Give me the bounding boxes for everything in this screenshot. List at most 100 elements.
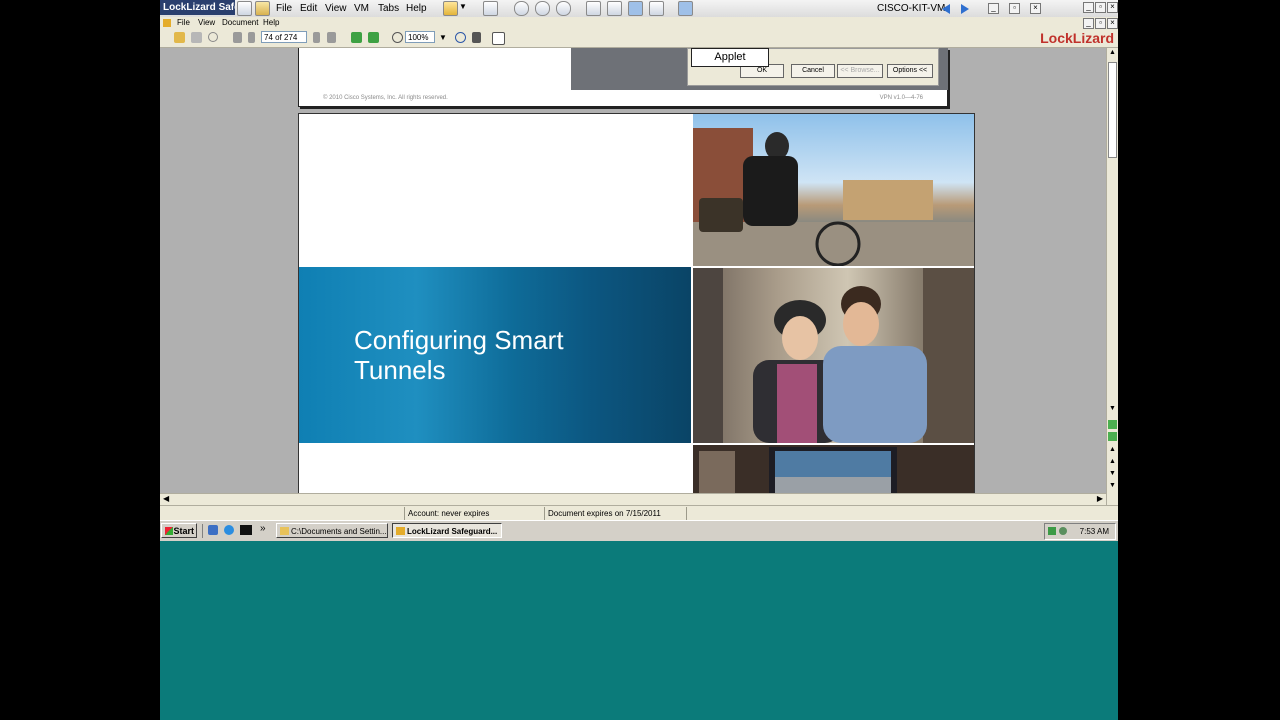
fullscreen-icon[interactable]: [628, 1, 643, 16]
first-page-nav-icon[interactable]: ▲: [1108, 446, 1117, 455]
minimize-icon[interactable]: _: [988, 3, 999, 14]
forward-arrow-icon[interactable]: [961, 4, 969, 14]
prev-page-nav-icon[interactable]: ▲: [1108, 458, 1117, 467]
previous-page: EN OK Cancel << Browse... Options << © 2…: [298, 48, 948, 107]
vm-menu-view[interactable]: View: [325, 0, 347, 17]
single-page-icon[interactable]: [492, 32, 505, 45]
vm-toolbar: LockLizard Safe File Edit View VM Tabs H…: [160, 0, 1118, 18]
doc-minimize-icon[interactable]: _: [1083, 18, 1094, 29]
zoom-out-icon[interactable]: [392, 32, 403, 43]
zoom-dropdown-icon[interactable]: ▼: [439, 33, 447, 42]
app-icon: [163, 19, 171, 27]
open-icon[interactable]: [174, 32, 185, 43]
scroll-down-icon[interactable]: ▼: [1108, 405, 1117, 414]
app-menu-help[interactable]: Help: [263, 17, 279, 29]
thumbnail-icon[interactable]: [607, 1, 622, 16]
restore-icon[interactable]: ▫: [1009, 3, 1020, 14]
search-icon[interactable]: [208, 32, 218, 42]
back-arrow-icon[interactable]: [942, 4, 950, 14]
network-icon[interactable]: [483, 1, 498, 16]
taskbar: Start » C:\Documents and Settin... LockL…: [160, 520, 1118, 541]
slide-title-line-2: Tunnels: [354, 355, 446, 385]
revert-icon[interactable]: [535, 1, 550, 16]
system-tray: 7:53 AM: [1044, 523, 1116, 540]
scroll-up-icon[interactable]: ▲: [1108, 49, 1117, 58]
taskbar-item-explorer[interactable]: C:\Documents and Settin...: [276, 523, 388, 538]
inner-restore-icon[interactable]: ▫: [1095, 2, 1106, 13]
snapshot-manager-icon[interactable]: [556, 1, 571, 16]
close-icon[interactable]: ×: [1030, 3, 1041, 14]
status-separator: [686, 507, 687, 520]
vm-menu-tabs[interactable]: Tabs: [378, 0, 399, 17]
vm-menu-help[interactable]: Help: [406, 0, 427, 17]
inner-close-icon[interactable]: ×: [1107, 2, 1118, 13]
chevron-down-icon[interactable]: ▼: [459, 2, 467, 11]
vm-name-label: CISCO-KIT-VM: [877, 3, 946, 14]
clock[interactable]: 7:53 AM: [1080, 524, 1109, 539]
dialog-options-button: Options <<: [887, 64, 933, 78]
sidebar-icon[interactable]: [586, 1, 601, 16]
scroll-left-icon[interactable]: ◀: [163, 494, 169, 503]
zoom-input[interactable]: 100%: [405, 31, 435, 43]
locklizard-logo: LockLizard: [1040, 30, 1114, 46]
next-page-nav-icon[interactable]: ▼: [1108, 470, 1117, 479]
document-expiry-status: Document expires on 7/15/2011: [548, 509, 661, 518]
snapshot-icon[interactable]: [514, 1, 529, 16]
show-desktop-icon[interactable]: [208, 525, 218, 535]
couple-photo: [693, 268, 974, 443]
back-view-icon[interactable]: [351, 32, 362, 43]
copyright-text: © 2010 Cisco Systems, Inc. All rights re…: [323, 95, 448, 101]
vertical-scrollbar[interactable]: ▲ ▼ ▲ ▲ ▼ ▼: [1106, 48, 1118, 505]
page-down-icon[interactable]: [1108, 432, 1117, 441]
photo-divider: [692, 114, 693, 493]
forward-view-icon[interactable]: [368, 32, 379, 43]
internet-explorer-icon[interactable]: [224, 525, 234, 535]
vm-menu-edit[interactable]: Edit: [300, 0, 317, 17]
slide-title-line-1: Configuring Smart: [354, 325, 564, 355]
inner-minimize-icon[interactable]: _: [1083, 2, 1094, 13]
power-icon[interactable]: [443, 1, 458, 16]
document-area: EN OK Cancel << Browse... Options << © 2…: [160, 48, 1108, 493]
folder-icon[interactable]: [255, 1, 270, 16]
app-title-tab[interactable]: LockLizard Safe: [160, 0, 235, 15]
vm-menu-vm[interactable]: VM: [354, 0, 369, 17]
dialog-disabled-button: << Browse...: [837, 64, 883, 78]
taskbar-separator: [202, 524, 203, 538]
page-up-icon[interactable]: [1108, 420, 1117, 429]
command-prompt-icon[interactable]: [240, 525, 252, 535]
vm-screen: LockLizard Safe File Edit View VM Tabs H…: [160, 0, 1118, 720]
account-status: Account: never expires: [408, 509, 490, 518]
app-menu-file[interactable]: File: [177, 17, 190, 29]
taskbar-item-locklizard[interactable]: LockLizard Safeguard...: [392, 523, 502, 538]
next-page-icon[interactable]: [313, 32, 320, 43]
title-banner: Configuring Smart Tunnels: [299, 267, 691, 443]
taskbar-item-label: C:\Documents and Settin...: [291, 527, 387, 536]
vmware-tools-icon[interactable]: [1059, 527, 1067, 535]
start-button[interactable]: Start: [161, 523, 197, 538]
zoom-in-icon[interactable]: [455, 32, 466, 43]
prev-page-icon[interactable]: [248, 32, 255, 43]
doc-restore-icon[interactable]: ▫: [1095, 18, 1106, 29]
last-page-icon[interactable]: [327, 32, 336, 43]
slide-page: Configuring Smart Tunnels: [298, 113, 975, 493]
slide-title: Configuring Smart Tunnels: [354, 325, 564, 385]
vertical-scroll-thumb[interactable]: [1108, 62, 1117, 158]
unity-icon[interactable]: [649, 1, 664, 16]
vm-menu-file[interactable]: File: [276, 0, 292, 17]
status-separator: [404, 507, 405, 520]
doc-close-icon[interactable]: ×: [1107, 18, 1118, 29]
app-menu-document[interactable]: Document: [222, 17, 258, 29]
app-menu-view[interactable]: View: [198, 17, 215, 29]
page-number-input[interactable]: 74 of 274: [261, 31, 307, 43]
network-tray-icon[interactable]: [1048, 527, 1056, 535]
console-view-icon[interactable]: [678, 1, 693, 16]
fit-page-icon[interactable]: [472, 32, 481, 43]
first-page-icon[interactable]: [233, 32, 242, 43]
quicklaunch-overflow-icon[interactable]: »: [260, 523, 266, 534]
last-page-nav-icon[interactable]: ▼: [1108, 482, 1117, 491]
pin-icon[interactable]: [237, 1, 252, 16]
hand-icon[interactable]: [191, 32, 202, 43]
windows-logo-icon: [165, 527, 173, 535]
scroll-right-icon[interactable]: ▶: [1097, 494, 1103, 503]
status-separator: [544, 507, 545, 520]
